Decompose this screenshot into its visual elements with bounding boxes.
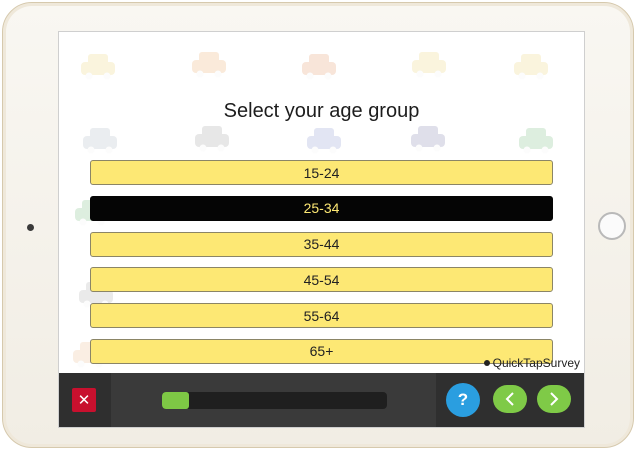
- option-15-24[interactable]: 15-24: [90, 160, 553, 185]
- close-button[interactable]: ✕: [72, 388, 96, 412]
- help-icon: ?: [457, 390, 469, 409]
- tablet-device: Select your age group 15-24 25-34 35-44 …: [2, 2, 634, 448]
- progress-bar-fill: [162, 392, 189, 409]
- chevron-right-icon: [550, 392, 559, 406]
- close-icon: ✕: [77, 392, 91, 409]
- answer-options: 15-24 25-34 35-44 45-54 55-64 65+: [90, 160, 553, 375]
- camera-icon: [27, 224, 34, 231]
- next-button[interactable]: [537, 385, 571, 413]
- toolbar-left-panel: ✕: [59, 373, 111, 427]
- toolbar-right-panel: ?: [436, 373, 584, 427]
- option-55-64[interactable]: 55-64: [90, 303, 553, 329]
- option-45-54[interactable]: 45-54: [90, 267, 553, 293]
- brand-name: QuickTapSurvey: [492, 356, 580, 370]
- chevron-left-icon: [505, 392, 514, 406]
- brand-logo: QuickTapSurvey: [483, 356, 580, 370]
- option-35-44[interactable]: 35-44: [90, 231, 553, 257]
- help-button[interactable]: ?: [446, 383, 480, 417]
- survey-screen: Select your age group 15-24 25-34 35-44 …: [58, 31, 585, 428]
- question-title: Select your age group: [223, 100, 420, 122]
- back-button[interactable]: [493, 385, 527, 413]
- home-button[interactable]: [598, 212, 626, 240]
- brand-dot-icon: [483, 360, 490, 366]
- progress-bar: [162, 392, 387, 409]
- bottom-toolbar: ✕ ?: [59, 373, 584, 427]
- option-25-34[interactable]: 25-34: [90, 195, 553, 221]
